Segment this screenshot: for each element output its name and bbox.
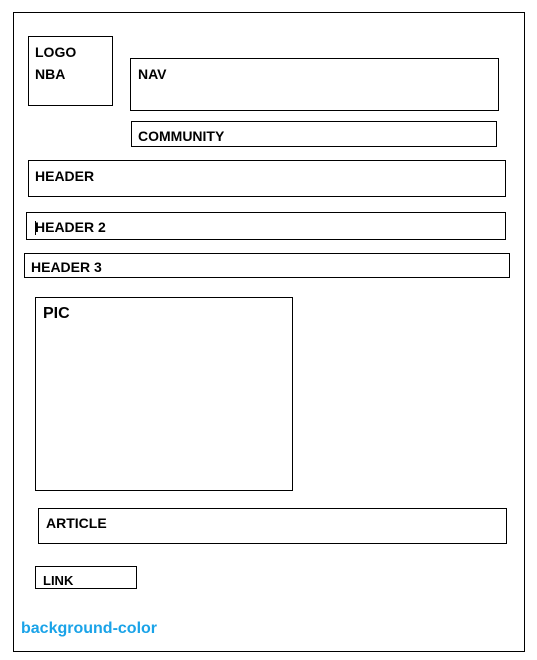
pic-box: PIC [35,297,293,491]
header-3-box: HEADER 3 [24,253,510,278]
pic-label: PIC [43,305,70,322]
article-box: ARTICLE [38,508,507,544]
link-label: LINK [43,573,74,588]
header-3-label: HEADER 3 [31,259,102,275]
header-2-label: HEADER 2 [35,219,106,235]
background-color-note: background-color [21,620,158,637]
nav-label: NAV [138,66,167,82]
community-label: COMMUNITY [138,128,225,144]
header-box: HEADER [28,160,506,197]
community-box: COMMUNITY [131,121,497,147]
logo-brand-label: NBA [35,66,66,82]
header-2-box: HEADER 2 [26,212,506,240]
header-label: HEADER [35,168,95,184]
nav-box: NAV [130,58,499,111]
text-cursor [35,221,36,235]
link-box[interactable]: LINK [35,566,137,589]
logo-box: LOGO NBA [28,36,113,106]
logo-label: LOGO [35,44,77,60]
article-label: ARTICLE [46,515,107,531]
